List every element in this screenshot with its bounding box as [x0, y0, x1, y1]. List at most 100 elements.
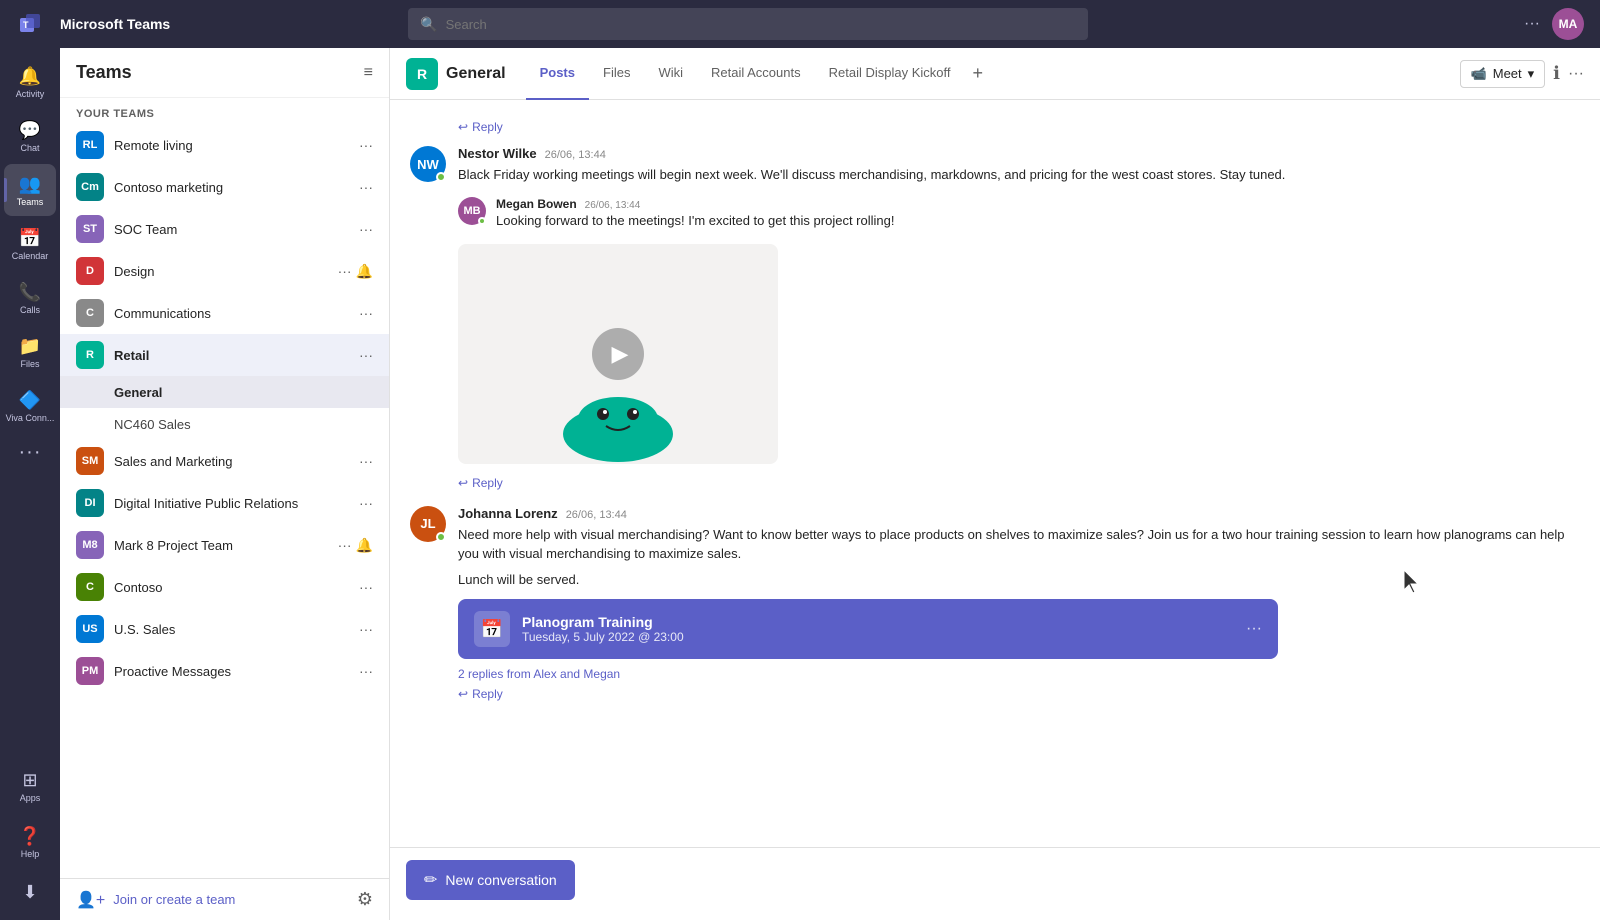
add-tab-btn[interactable]: + — [964, 48, 991, 100]
nav-item-download[interactable]: ⬇ — [4, 872, 56, 912]
play-button[interactable]: ▶ — [592, 328, 644, 380]
tab-posts[interactable]: Posts — [526, 48, 589, 100]
team-item-remote-living[interactable]: RL Remote living ··· — [60, 124, 389, 166]
team-item-mark8[interactable]: M8 Mark 8 Project Team ··· 🔔 — [60, 524, 389, 566]
author-nestor: Nestor Wilke — [458, 146, 537, 161]
tab-retail-display[interactable]: Retail Display Kickoff — [815, 48, 965, 100]
app-name: Microsoft Teams — [60, 16, 170, 32]
team-avatar: SM — [76, 447, 104, 475]
event-card[interactable]: 📅 Planogram Training Tuesday, 5 July 202… — [458, 599, 1278, 659]
main-content: R General Posts Files Wiki Retail Accoun… — [390, 48, 1600, 920]
team-item-design[interactable]: D Design ··· 🔔 — [60, 250, 389, 292]
team-avatar: D — [76, 257, 104, 285]
team-more-icon[interactable]: ··· — [359, 179, 373, 195]
channel-item-general[interactable]: General — [60, 376, 389, 408]
team-item-contoso[interactable]: C Contoso ··· — [60, 566, 389, 608]
header-tabs: Posts Files Wiki Retail Accounts Retail … — [526, 48, 991, 100]
nav-item-apps[interactable]: ⊞ Apps — [4, 760, 56, 812]
team-more-icon[interactable]: ··· — [359, 453, 373, 469]
team-more-icon[interactable]: ··· — [359, 579, 373, 595]
team-more-icon[interactable]: ··· — [359, 621, 373, 637]
tab-wiki[interactable]: Wiki — [644, 48, 697, 100]
more-options-icon[interactable]: ··· — [1568, 65, 1584, 83]
nav-item-chat[interactable]: 💬 Chat — [4, 110, 56, 162]
team-name: Proactive Messages — [114, 664, 359, 679]
nav-more-btn[interactable]: ··· — [4, 434, 56, 470]
team-name: Retail — [114, 348, 359, 363]
team-name: Sales and Marketing — [114, 454, 359, 469]
team-more-icon[interactable]: ··· — [359, 305, 373, 321]
team-name: U.S. Sales — [114, 622, 359, 637]
nav-item-calendar[interactable]: 📅 Calendar — [4, 218, 56, 270]
user-avatar[interactable]: MA — [1552, 8, 1584, 40]
media-placeholder: ▶ — [458, 244, 778, 464]
nested-author-megan: Megan Bowen — [496, 197, 577, 211]
team-item-proactive-messages[interactable]: PM Proactive Messages ··· — [60, 650, 389, 692]
activity-icon: 🔔 — [19, 66, 41, 87]
filter-icon[interactable]: ≡ — [364, 64, 373, 82]
nav-item-activity[interactable]: 🔔 Activity — [4, 56, 56, 108]
join-team-btn[interactable]: 👤+ Join or create a team — [76, 890, 235, 910]
team-avatar: R — [76, 341, 104, 369]
team-more-icon[interactable]: ··· — [359, 137, 373, 153]
nav-item-viva[interactable]: 🔷 Viva Conn... — [4, 380, 56, 432]
team-list: RL Remote living ··· Cm Contoso marketin… — [60, 124, 389, 878]
time-johanna: 26/06, 13:44 — [566, 509, 627, 521]
team-item-digital-initiative[interactable]: DI Digital Initiative Public Relations ·… — [60, 482, 389, 524]
channel-name: General — [114, 385, 162, 400]
help-icon: ❓ — [19, 826, 41, 847]
team-name: Mark 8 Project Team — [114, 538, 338, 553]
bell-icon: 🔔 — [356, 263, 373, 280]
reply-link-msg2[interactable]: ↩ Reply — [458, 681, 1580, 707]
team-item-retail[interactable]: R Retail ··· — [60, 334, 389, 376]
reply-link-top[interactable]: ↩ Reply — [410, 116, 1580, 146]
text-nestor: Black Friday working meetings will begin… — [458, 165, 1580, 185]
team-more-icon[interactable]: ··· — [359, 221, 373, 237]
video-icon: 📹 — [1471, 66, 1487, 82]
nav-rail: 🔔 Activity 💬 Chat 👥 Teams 📅 Calendar 📞 C… — [0, 48, 60, 920]
tab-retail-accounts[interactable]: Retail Accounts — [697, 48, 815, 100]
search-bar[interactable]: 🔍 — [408, 8, 1088, 40]
nav-item-help[interactable]: ❓ Help — [4, 816, 56, 868]
svg-text:T: T — [23, 20, 29, 30]
message-input-area: ✏ New conversation — [390, 847, 1600, 920]
settings-icon[interactable]: ⚙ — [357, 889, 373, 910]
team-more-icon[interactable]: ··· — [359, 663, 373, 679]
sidebar-title: Teams — [76, 62, 132, 83]
sidebar-header: Teams ≡ — [60, 48, 389, 98]
team-item-soc-team[interactable]: ST SOC Team ··· — [60, 208, 389, 250]
team-item-communications[interactable]: C Communications ··· — [60, 292, 389, 334]
search-input[interactable] — [446, 17, 1077, 32]
replies-link[interactable]: 2 replies from Alex and Megan — [458, 667, 1580, 681]
message-block-nestor: NW Nestor Wilke 26/06, 13:44 Black Frida… — [410, 146, 1580, 185]
team-item-sales-marketing[interactable]: SM Sales and Marketing ··· — [60, 440, 389, 482]
top-more-icon[interactable]: ··· — [1524, 15, 1540, 33]
team-avatar: M8 — [76, 531, 104, 559]
avatar-megan: MB — [458, 197, 486, 225]
team-more-icon[interactable]: ··· — [359, 495, 373, 511]
team-name: Design — [114, 264, 338, 279]
team-name: Contoso marketing — [114, 180, 359, 195]
message-content-nestor: Nestor Wilke 26/06, 13:44 Black Friday w… — [458, 146, 1580, 185]
team-item-us-sales[interactable]: US U.S. Sales ··· — [60, 608, 389, 650]
team-more-icon[interactable]: ··· — [359, 347, 373, 363]
team-avatar: DI — [76, 489, 104, 517]
team-item-contoso-marketing[interactable]: Cm Contoso marketing ··· — [60, 166, 389, 208]
download-icon: ⬇ — [22, 882, 37, 903]
channel-item-nc460-sales[interactable]: NC460 Sales — [60, 408, 389, 440]
channel-title: General — [446, 65, 506, 83]
nav-item-files[interactable]: 📁 Files — [4, 326, 56, 378]
nav-item-calls[interactable]: 📞 Calls — [4, 272, 56, 324]
team-more-icon[interactable]: ··· — [338, 263, 352, 279]
new-conversation-btn[interactable]: ✏ New conversation — [406, 860, 575, 900]
reply-link-msg1[interactable]: ↩ Reply — [410, 472, 1580, 506]
chevron-down-icon: ▾ — [1528, 66, 1535, 82]
event-more-icon[interactable]: ··· — [1246, 620, 1262, 638]
tab-files[interactable]: Files — [589, 48, 644, 100]
nested-time-megan: 26/06, 13:44 — [585, 200, 641, 211]
team-more-icon[interactable]: ··· — [338, 537, 352, 553]
nav-item-teams[interactable]: 👥 Teams — [4, 164, 56, 216]
info-icon[interactable]: ℹ — [1553, 63, 1560, 84]
meet-button[interactable]: 📹 Meet ▾ — [1460, 60, 1546, 88]
team-avatar: Cm — [76, 173, 104, 201]
